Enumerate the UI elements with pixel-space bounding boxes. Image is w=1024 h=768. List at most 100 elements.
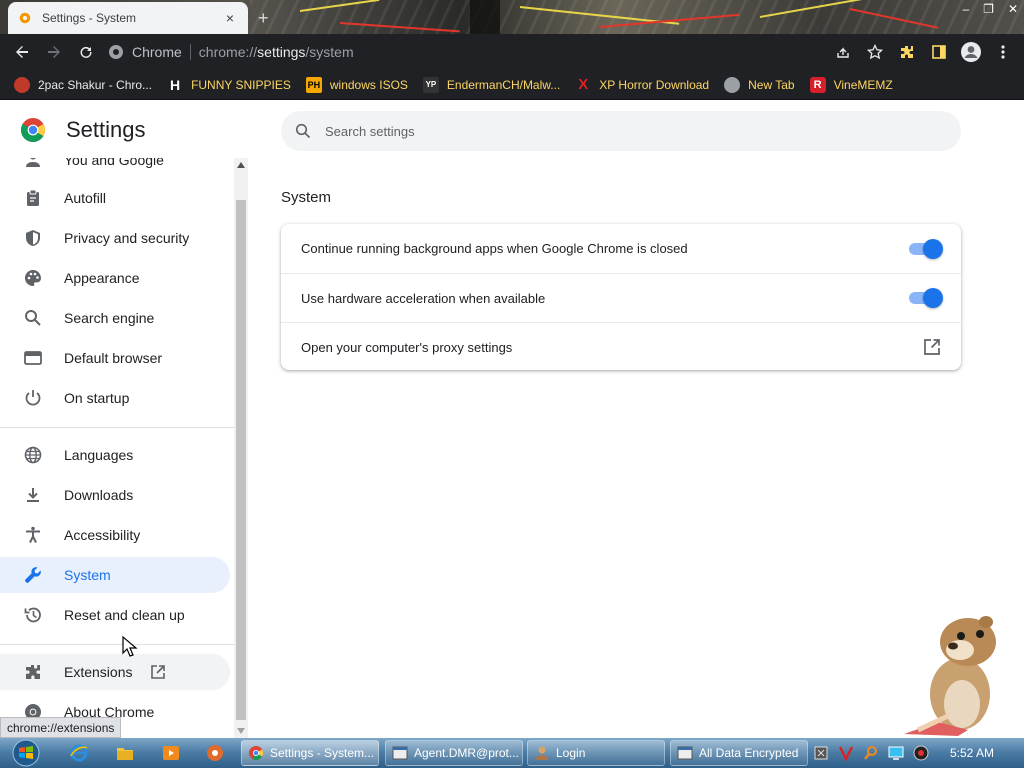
background-apps-row[interactable]: Continue running background apps when Go… [281,224,961,273]
bookmark-1[interactable]: H FUNNY SNIPPIES [167,77,291,93]
tab-settings-system[interactable]: Settings - System × [8,2,248,34]
bookmark-3[interactable]: YP EndermanCH/Malw... [422,76,560,93]
star-icon [867,44,883,60]
reload-icon [80,46,92,58]
task-all-data-encrypted[interactable]: All Data Encrypted [670,740,808,766]
tray-disc-icon[interactable] [912,744,930,762]
task-agent-dmr[interactable]: Agent.DMR@prot... [385,740,523,766]
bookmark-5[interactable]: New Tab [724,76,795,93]
sidebar-item-privacy-and-security[interactable]: Privacy and security [0,220,230,256]
tray-v-icon[interactable] [837,744,855,762]
external-link-icon[interactable] [923,338,941,356]
background-apps-toggle[interactable] [909,238,943,259]
window-icon [677,746,693,760]
sidebar-item-autofill[interactable]: Autofill [0,180,230,216]
title-bar: Settings - System × + – ❐ ✕ [0,0,1024,34]
clock[interactable]: 5:52 AM [950,746,994,760]
bookmark-star-button[interactable] [862,39,888,65]
sidebar-item-downloads[interactable]: Downloads [0,477,230,513]
tray-monitor-icon[interactable] [887,744,905,762]
sidebar-item-accessibility[interactable]: Accessibility [0,517,230,553]
forward-arrow-icon [48,46,60,58]
scroll-up-icon[interactable] [237,162,245,168]
side-panel-button[interactable] [926,39,952,65]
sidebar-item-search-engine[interactable]: Search engine [0,300,230,336]
site-info[interactable]: Chrome [108,44,182,60]
palette-icon [22,267,44,289]
tab-title: Settings - System [42,11,137,25]
sidebar-item-reset-and-clean-up[interactable]: Reset and clean up [0,597,230,633]
window-controls: – ❐ ✕ [962,2,1018,16]
scroll-down-icon[interactable] [237,728,245,734]
proxy-settings-row[interactable]: Open your computer's proxy settings [281,322,961,371]
sidebar-item-extensions[interactable]: Extensions [0,654,230,690]
quicklaunch-media[interactable] [160,743,182,763]
scroll-thumb[interactable] [236,200,246,720]
window-icon [392,746,408,760]
extensions-button[interactable] [894,39,920,65]
forward-button[interactable] [38,36,70,68]
kebab-menu-icon [1001,45,1005,59]
close-window-button[interactable]: ✕ [1008,2,1018,16]
user-icon [536,746,548,760]
tray-magnifier-icon[interactable] [862,744,880,762]
power-icon [22,387,44,409]
task-login[interactable]: Login [527,740,665,766]
sidebar-item-you-and-google[interactable]: You and Google [0,158,230,178]
r-logo-icon: R [809,76,826,93]
download-icon [22,484,44,506]
bookmark-2[interactable]: PH windows ISOS [305,76,408,93]
quicklaunch-app[interactable] [204,743,226,763]
taskbar: Settings - System... Agent.DMR@prot... L… [0,738,1024,768]
sidebar-item-on-startup[interactable]: On startup [0,380,230,416]
sidebar-item-appearance[interactable]: Appearance [0,260,230,296]
wrench-icon [22,564,44,586]
external-link-icon [151,665,166,679]
url-text: chrome://settings/system [198,44,354,60]
menu-button[interactable] [990,39,1016,65]
search-icon [22,307,44,329]
accessibility-icon [22,524,44,546]
bookmark-0[interactable]: 2pac Shakur - Chro... [14,76,152,93]
bookmark-6[interactable]: R VineMEMZ [809,76,893,93]
task-chrome-settings[interactable]: Settings - System... [241,740,379,766]
quicklaunch-ie[interactable] [68,743,90,763]
share-button[interactable] [830,39,856,65]
new-tab-button[interactable]: + [258,8,269,29]
person-icon [22,158,44,171]
settings-header: Settings [20,117,146,143]
tray-chip-icon[interactable] [812,744,830,762]
chrome-icon [249,746,263,760]
avatar-icon [961,42,981,62]
internet-explorer-icon [70,744,88,762]
quicklaunch-explorer[interactable] [114,743,136,763]
sidebar-item-system[interactable]: System [0,557,230,593]
profile-button[interactable] [958,39,984,65]
maximize-button[interactable]: ❐ [983,2,994,16]
windows-orb-icon [12,739,40,767]
folder-icon [117,748,133,760]
page-title: Settings [66,117,146,142]
globe-icon [724,76,741,93]
site-name: Chrome [132,44,182,60]
sidebar-item-default-browser[interactable]: Default browser [0,340,230,376]
section-title: System [281,189,332,206]
hamster-mascot-icon [904,616,996,736]
sidebar-item-languages[interactable]: Languages [0,437,230,473]
address-bar[interactable]: Chrome chrome://settings/system [108,38,888,66]
bookmark-4[interactable]: X XP Horror Download [575,76,709,93]
tab-close-button[interactable]: × [222,10,238,26]
hardware-acceleration-row[interactable]: Use hardware acceleration when available [281,273,961,322]
sidebar-scrollbar[interactable] [234,158,248,738]
share-icon [837,47,849,58]
h-logo-icon: H [170,76,181,93]
app-icon [207,745,223,761]
search-settings-input[interactable]: Search settings [281,111,961,151]
hardware-acceleration-toggle[interactable] [909,288,943,308]
start-button[interactable] [8,739,44,767]
back-button[interactable] [6,36,38,68]
minimize-button[interactable]: – [962,2,969,16]
reload-button[interactable] [70,36,102,68]
system-settings-card: Continue running background apps when Go… [281,224,961,370]
ph-logo-icon: PH [305,76,322,93]
